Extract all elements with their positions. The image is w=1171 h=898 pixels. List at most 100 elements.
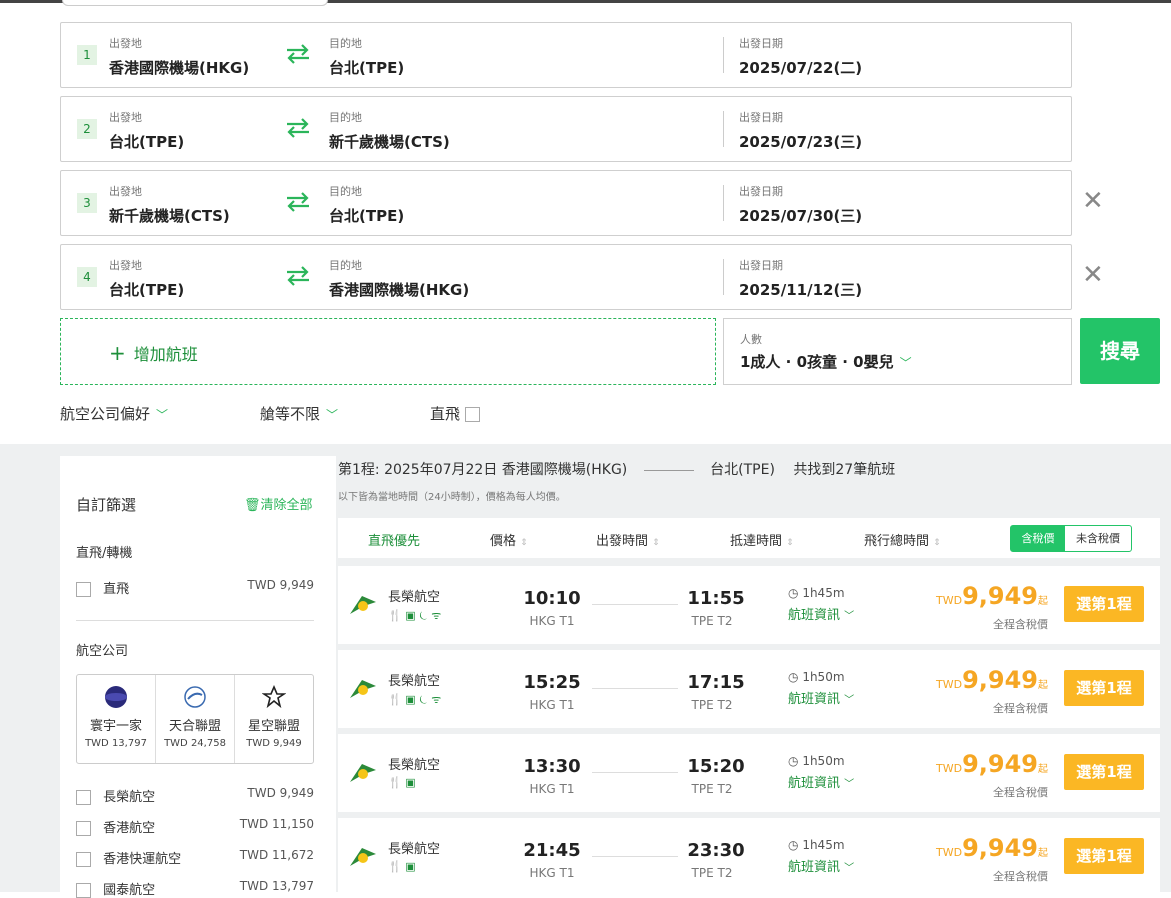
add-flight-button[interactable]: + 增加航班 [60, 318, 716, 385]
sort-arrive[interactable]: 抵達時間 ⇕ [730, 530, 794, 549]
remove-segment-4-close-icon[interactable]: ✕ [1082, 260, 1104, 290]
sort-depart[interactable]: 出發時間 ⇕ [596, 530, 660, 549]
from-label: 出發地 [109, 259, 142, 272]
leg-destination: 台北(TPE) [710, 462, 775, 478]
swap-icon[interactable] [285, 117, 311, 139]
segment-row-1: 1 出發地 香港國際機場(HKG) 目的地 台北(TPE) 出發日期 2025/… [60, 22, 1072, 88]
to-label: 目的地 [329, 111, 362, 124]
clear-all-button[interactable]: 🗑清除全部 [244, 494, 313, 513]
select-leg-button[interactable]: 選第1程 [1064, 838, 1144, 874]
sort-duration[interactable]: 飛行總時間 ⇕ [864, 530, 941, 549]
alliance-price: TWD 24,758 [164, 738, 226, 749]
airline-filter-hkairlines[interactable]: 香港航空 [76, 817, 155, 836]
add-flight-label: + 增加航班 [109, 341, 198, 365]
select-leg-button[interactable]: 選第1程 [1064, 586, 1144, 622]
swap-icon[interactable] [285, 265, 311, 287]
flight-info-link[interactable]: 航班資訊 ﹀ [788, 772, 854, 791]
checkbox[interactable] [76, 790, 91, 805]
plus-icon: + [109, 341, 126, 365]
remove-segment-3-close-icon[interactable]: ✕ [1082, 186, 1104, 216]
chevron-down-icon: ﹀ [844, 695, 855, 706]
alliance-price: TWD 9,949 [246, 738, 302, 749]
price: TWD9,949起 [936, 750, 1048, 778]
from-field[interactable]: 新千歲機場(CTS) [109, 205, 230, 226]
chevron-down-icon: ﹀ [844, 611, 855, 622]
airline-name: 長榮航空 [388, 758, 441, 773]
evaair-logo-icon [350, 764, 376, 782]
direct-filter[interactable]: 直飛 [76, 578, 129, 597]
top-input-stub[interactable] [62, 0, 328, 6]
tax-included-button[interactable]: 含稅價 [1011, 526, 1065, 551]
passengers-selector[interactable]: 人數 1成人 · 0孩童 · 0嬰兒 ﹀ [723, 318, 1072, 385]
checkbox[interactable] [76, 582, 91, 597]
direct-checkbox[interactable]: 直飛 [430, 403, 480, 424]
checkbox[interactable] [76, 852, 91, 867]
to-field[interactable]: 台北(TPE) [329, 57, 404, 78]
to-field[interactable]: 新千歲機場(CTS) [329, 131, 450, 152]
segment-number: 3 [77, 193, 97, 213]
alliance-skyteam[interactable]: 天合聯盟 TWD 24,758 [156, 675, 235, 763]
to-field[interactable]: 台北(TPE) [329, 205, 404, 226]
swap-icon[interactable] [285, 43, 311, 65]
departure-terminal: HKG T1 [529, 866, 575, 880]
checkbox[interactable] [76, 883, 91, 898]
to-label: 目的地 [329, 185, 362, 198]
amenities-icons: 🍴 ▣ [388, 776, 416, 789]
alliance-staralliance[interactable]: 星空聯盟 TWD 9,949 [235, 675, 313, 763]
date-label: 出發日期 [739, 37, 783, 50]
checkbox[interactable] [76, 821, 91, 836]
sort-direct-first[interactable]: 直飛優先 [368, 530, 420, 549]
to-field[interactable]: 香港國際機場(HKG) [329, 279, 469, 300]
date-field[interactable]: 2025/11/12(三) [739, 279, 862, 300]
select-leg-button[interactable]: 選第1程 [1064, 670, 1144, 706]
divider [723, 185, 724, 221]
flight-info-link[interactable]: 航班資訊 ﹀ [788, 856, 854, 875]
checkbox[interactable] [464, 407, 480, 422]
from-field[interactable]: 香港國際機場(HKG) [109, 57, 249, 78]
sort-price[interactable]: 價格 ⇕ [490, 530, 528, 549]
price: TWD9,949起 [936, 666, 1048, 694]
alliance-name: 寰宇一家 [89, 719, 142, 734]
airline-filter-price: TWD 11,672 [239, 848, 314, 862]
airline-preference-dropdown[interactable]: 航空公司偏好 ﹀ [60, 403, 168, 424]
flight-duration: ◷ 1h50m [788, 754, 845, 768]
oneworld-logo-icon [105, 686, 127, 708]
tax-note: 全程含稅價 [993, 618, 1048, 631]
alliance-oneworld[interactable]: 寰宇一家 TWD 13,797 [77, 675, 156, 763]
airline-section-title: 航空公司 [76, 644, 129, 659]
date-field[interactable]: 2025/07/22(二) [739, 57, 862, 78]
airline-filter-evaair[interactable]: 長榮航空 [76, 786, 155, 805]
from-field[interactable]: 台北(TPE) [109, 279, 184, 300]
from-label: 出發地 [109, 37, 142, 50]
sort-bar: 直飛優先 價格 ⇕ 出發時間 ⇕ 抵達時間 ⇕ 飛行總時間 ⇕ 含稅價 未含稅價 [338, 518, 1160, 558]
select-leg-button[interactable]: 選第1程 [1064, 754, 1144, 790]
date-field[interactable]: 2025/07/30(三) [739, 205, 862, 226]
leg-found-count: 共找到27筆航班 [793, 462, 896, 478]
arrival-time: 23:30 [687, 840, 745, 861]
arrival-time: 11:55 [687, 588, 745, 609]
passengers-label: 人數 [740, 333, 762, 346]
segment-row-3: 3 出發地 新千歲機場(CTS) 目的地 台北(TPE) 出發日期 2025/0… [60, 170, 1072, 236]
to-label: 目的地 [329, 37, 362, 50]
flight-info-link[interactable]: 航班資訊 ﹀ [788, 604, 854, 623]
airline-filter-hkexpress[interactable]: 香港快運航空 [76, 848, 181, 867]
evaair-logo-icon [350, 680, 376, 698]
to-label: 目的地 [329, 259, 362, 272]
clock-icon: ◷ [788, 670, 799, 684]
airline-filter-cathay[interactable]: 國泰航空 [76, 879, 155, 898]
search-button[interactable]: 搜尋 [1080, 318, 1160, 384]
flight-card: 長榮航空 🍴 ▣ 13:30 HKG T1 15:20 TPE T2 ◷ 1h5… [338, 734, 1160, 812]
from-label: 出發地 [109, 111, 142, 124]
segment-number: 4 [77, 267, 97, 287]
segment-row-4: 4 出發地 台北(TPE) 目的地 香港國際機場(HKG) 出發日期 2025/… [60, 244, 1072, 310]
segment-row-2: 2 出發地 台北(TPE) 目的地 新千歲機場(CTS) 出發日期 2025/0… [60, 96, 1072, 162]
leg-note: 以下皆為當地時間（24小時制），價格為每人均價。 [338, 492, 566, 503]
date-field[interactable]: 2025/07/23(三) [739, 131, 862, 152]
chevron-down-icon: ﹀ [844, 863, 855, 874]
from-field[interactable]: 台北(TPE) [109, 131, 184, 152]
cabin-dropdown[interactable]: 艙等不限 ﹀ [260, 403, 338, 424]
flight-info-link[interactable]: 航班資訊 ﹀ [788, 688, 854, 707]
tax-excluded-button[interactable]: 未含稅價 [1065, 526, 1131, 551]
swap-icon[interactable] [285, 191, 311, 213]
departure-time: 21:45 [523, 840, 581, 861]
